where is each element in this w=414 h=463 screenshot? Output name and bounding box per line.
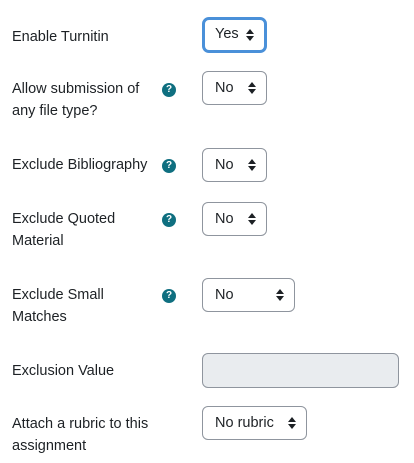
sort-caret-icon bbox=[248, 203, 256, 235]
allow-any-file-type-value: No bbox=[215, 80, 234, 96]
exclude-quoted-material-select[interactable]: No bbox=[202, 202, 267, 236]
question-circle-icon[interactable]: ? bbox=[162, 289, 176, 303]
sort-caret-icon bbox=[248, 149, 256, 181]
enable-turnitin-label: Enable Turnitin bbox=[12, 29, 109, 45]
exclude-quoted-material-value: No bbox=[215, 211, 234, 227]
sort-caret-icon bbox=[248, 72, 256, 104]
sort-caret-icon bbox=[276, 279, 284, 311]
exclude-bibliography-value: No bbox=[215, 157, 234, 173]
exclude-quoted-material-label: Exclude Quoted Material bbox=[12, 211, 116, 249]
allow-any-file-type-select[interactable]: No bbox=[202, 71, 267, 105]
exclude-bibliography-select[interactable]: No bbox=[202, 148, 267, 182]
exclusion-value-input[interactable] bbox=[202, 353, 399, 388]
allow-any-file-type-label: Allow submission of any file type? bbox=[12, 81, 140, 119]
attach-rubric-label: Attach a rubric to this assignment bbox=[12, 416, 149, 454]
exclusion-value-label: Exclusion Value bbox=[12, 363, 115, 379]
question-circle-icon[interactable]: ? bbox=[162, 159, 176, 173]
enable-turnitin-select[interactable]: Yes bbox=[202, 17, 267, 53]
attach-rubric-select[interactable]: No rubric bbox=[202, 406, 307, 440]
exclude-small-matches-label: Exclude Small Matches bbox=[12, 287, 104, 325]
question-circle-icon[interactable]: ? bbox=[162, 83, 176, 97]
enable-turnitin-value: Yes bbox=[215, 26, 239, 42]
sort-caret-icon bbox=[288, 407, 296, 439]
exclude-small-matches-value: No bbox=[215, 287, 234, 303]
exclude-bibliography-label: Exclude Bibliography bbox=[12, 157, 148, 173]
exclude-small-matches-select[interactable]: No bbox=[202, 278, 295, 312]
question-circle-icon[interactable]: ? bbox=[162, 213, 176, 227]
attach-rubric-value: No rubric bbox=[215, 415, 274, 431]
sort-caret-icon bbox=[246, 20, 254, 50]
